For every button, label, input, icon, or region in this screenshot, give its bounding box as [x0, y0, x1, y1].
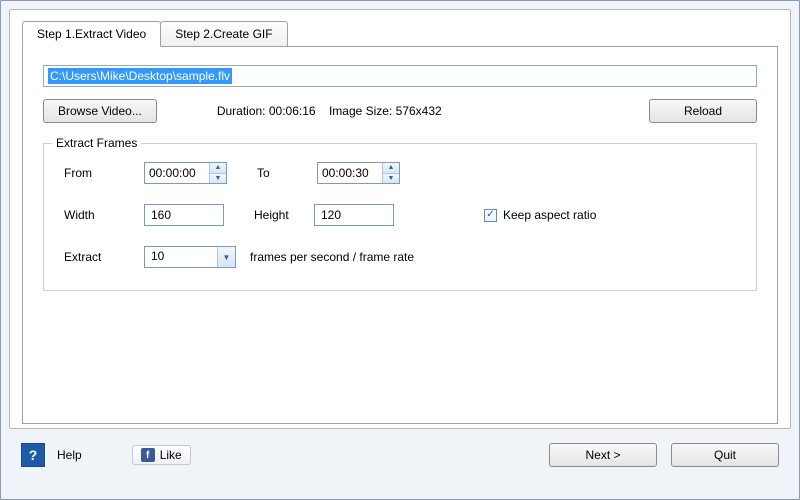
to-time-arrows: ▲ ▼: [382, 163, 399, 183]
help-label[interactable]: Help: [57, 448, 82, 462]
video-path-text: C:\Users\Mike\Desktop\sample.flv: [48, 68, 232, 84]
from-time-arrows: ▲ ▼: [209, 163, 226, 183]
framerate-suffix: frames per second / frame rate: [250, 250, 414, 264]
checkbox-icon: ✓: [484, 209, 497, 222]
reload-button[interactable]: Reload: [649, 99, 757, 123]
quit-button[interactable]: Quit: [671, 443, 779, 467]
like-label: Like: [160, 448, 182, 462]
keep-aspect-checkbox[interactable]: ✓ Keep aspect ratio: [484, 208, 596, 222]
keep-aspect-label: Keep aspect ratio: [503, 208, 596, 222]
to-label: To: [257, 166, 317, 180]
from-time-spinner[interactable]: ▲ ▼: [144, 162, 227, 184]
image-size-label: Image Size:: [329, 104, 392, 118]
height-input[interactable]: [314, 204, 394, 226]
spinner-down-icon[interactable]: ▼: [383, 174, 399, 184]
bottom-bar: ? Help f Like Next > Quit: [9, 429, 791, 467]
image-size-value: 576x432: [396, 104, 442, 118]
tab-step2[interactable]: Step 2.Create GIF: [160, 21, 287, 47]
extract-frames-group: Extract Frames From ▲ ▼ To ▲: [43, 143, 757, 291]
extract-label: Extract: [64, 250, 144, 264]
height-label: Height: [254, 208, 314, 222]
to-time-input[interactable]: [318, 163, 382, 183]
duration-value: 00:06:16: [269, 104, 316, 118]
facebook-like-button[interactable]: f Like: [132, 445, 191, 465]
spinner-up-icon[interactable]: ▲: [210, 163, 226, 174]
video-info: Duration: 00:06:16 Image Size: 576x432: [217, 104, 442, 118]
extract-frames-legend: Extract Frames: [52, 136, 141, 150]
next-button[interactable]: Next >: [549, 443, 657, 467]
facebook-icon: f: [141, 448, 155, 462]
width-label: Width: [64, 208, 144, 222]
tab-strip: Step 1.Extract Video Step 2.Create GIF: [22, 20, 778, 46]
app-window: Step 1.Extract Video Step 2.Create GIF C…: [0, 0, 800, 500]
duration-label: Duration:: [217, 104, 266, 118]
chevron-down-icon[interactable]: ▼: [217, 247, 235, 267]
tab-step1[interactable]: Step 1.Extract Video: [22, 21, 161, 47]
browse-video-button[interactable]: Browse Video...: [43, 99, 157, 123]
spinner-down-icon[interactable]: ▼: [210, 174, 226, 184]
from-label: From: [64, 166, 144, 180]
video-path-input[interactable]: C:\Users\Mike\Desktop\sample.flv: [43, 65, 757, 87]
framerate-value: 10: [145, 247, 217, 267]
tab-body: C:\Users\Mike\Desktop\sample.flv Browse …: [22, 46, 778, 424]
to-time-spinner[interactable]: ▲ ▼: [317, 162, 400, 184]
main-panel: Step 1.Extract Video Step 2.Create GIF C…: [9, 9, 791, 429]
spinner-up-icon[interactable]: ▲: [383, 163, 399, 174]
framerate-combo[interactable]: 10 ▼: [144, 246, 236, 268]
width-input[interactable]: [144, 204, 224, 226]
help-icon[interactable]: ?: [21, 443, 45, 467]
from-time-input[interactable]: [145, 163, 209, 183]
